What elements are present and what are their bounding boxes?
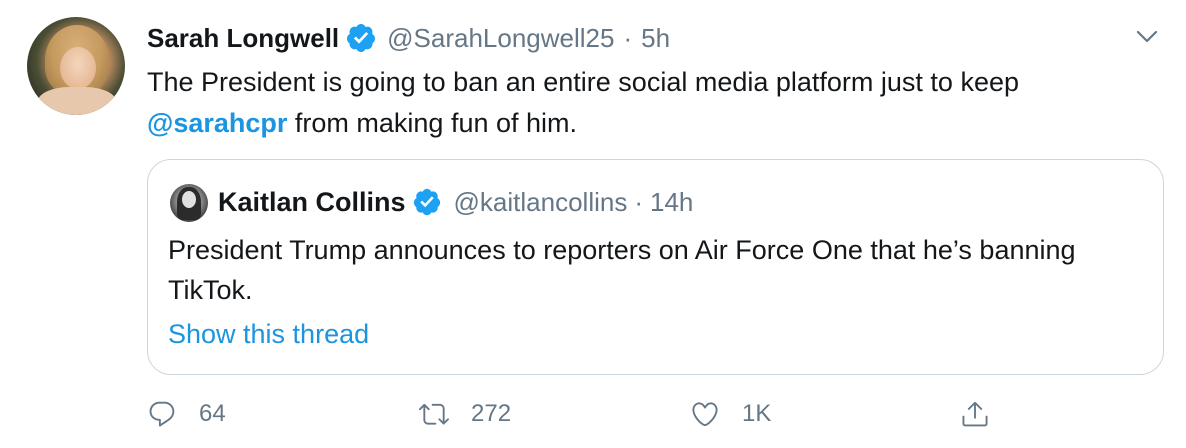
author-handle[interactable]: @SarahLongwell25	[387, 23, 614, 54]
reply-count: 64	[199, 400, 226, 427]
quoted-avatar-face	[182, 191, 196, 208]
like-count: 1K	[742, 400, 772, 427]
show-thread-link[interactable]: Show this thread	[168, 319, 369, 350]
reply-button[interactable]: 64	[147, 392, 226, 436]
mention-link[interactable]: @sarahcpr	[147, 108, 287, 138]
quoted-tweet[interactable]: Kaitlan Collins @kaitlancollins · 14h Pr…	[147, 159, 1164, 375]
verified-badge-icon	[347, 24, 376, 52]
quoted-tweet-time: 14h	[650, 186, 694, 217]
quoted-author-name: Kaitlan Collins	[218, 186, 406, 217]
tweet-text-after: from making fun of him.	[287, 108, 578, 138]
quoted-separator-dot: ·	[634, 186, 644, 217]
quoted-tweet-header: Kaitlan Collins @kaitlancollins · 14h	[218, 182, 693, 222]
separator-dot: ·	[623, 22, 633, 53]
quoted-author-handle: @kaitlancollins	[453, 186, 628, 217]
heart-icon	[692, 402, 718, 427]
avatar-face	[60, 47, 96, 89]
tweet-text: The President is going to ban an entire …	[147, 62, 1157, 144]
author-avatar[interactable]	[27, 17, 125, 115]
quoted-author-avatar	[170, 184, 208, 222]
chevron-down-icon[interactable]	[1136, 30, 1158, 44]
retweet-count: 272	[471, 400, 512, 427]
tweet-actions: 64 272 1K	[147, 392, 1164, 436]
quoted-tweet-text: President Trump announces to reporters o…	[168, 235, 1076, 305]
like-button[interactable]: 1K	[690, 392, 771, 436]
retweet-button[interactable]: 272	[419, 392, 511, 436]
share-icon	[962, 401, 988, 427]
retweet-icon	[419, 403, 449, 425]
verified-badge-icon	[413, 188, 440, 216]
author-name[interactable]: Sarah Longwell	[147, 23, 339, 54]
avatar-body	[37, 87, 117, 115]
tweet-header: Sarah Longwell @SarahLongwell25 · 5h	[147, 20, 670, 56]
tweet-time[interactable]: 5h	[641, 23, 670, 54]
reply-icon	[149, 401, 175, 427]
share-button[interactable]	[960, 392, 990, 436]
tweet[interactable]: Sarah Longwell @SarahLongwell25 · 5h The…	[0, 0, 1186, 448]
tweet-text-before: The President is going to ban an entire …	[147, 67, 1019, 97]
